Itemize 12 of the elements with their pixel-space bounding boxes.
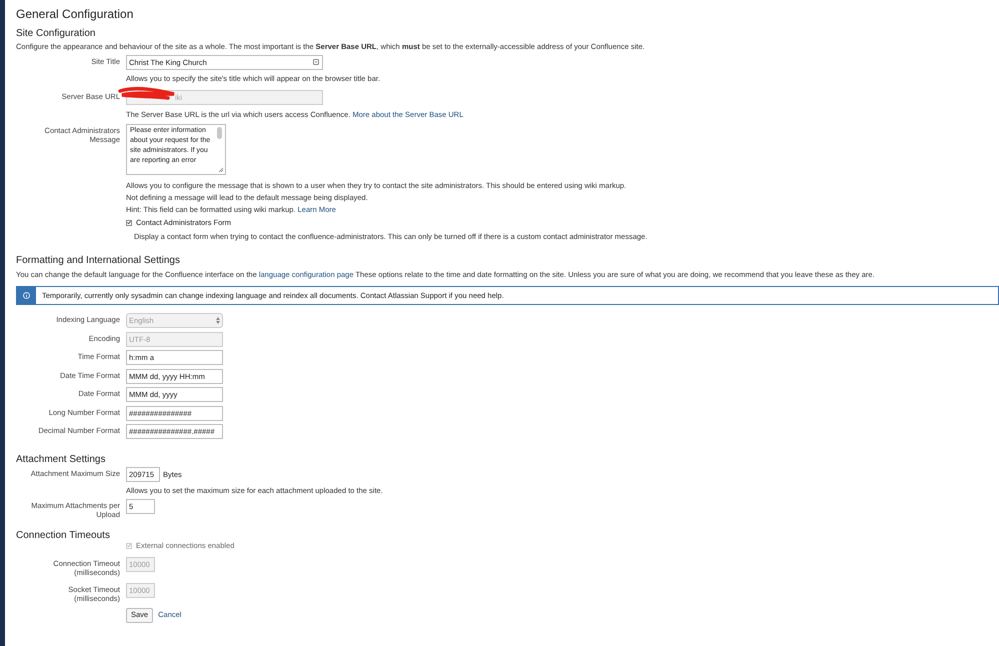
section-heading: Formatting and International Settings bbox=[16, 254, 181, 268]
updown-icon bbox=[216, 317, 220, 324]
checkbox[interactable] bbox=[126, 220, 132, 226]
section-heading: Site Configuration bbox=[16, 27, 96, 40]
redaction-mark bbox=[118, 86, 176, 100]
card-icon bbox=[313, 59, 319, 65]
section-heading: Attachment Settings bbox=[16, 453, 106, 466]
scrollbar-thumb[interactable] bbox=[217, 127, 222, 139]
resize-icon bbox=[218, 167, 224, 173]
info-icon bbox=[23, 292, 30, 300]
page-title: General Configuration bbox=[16, 6, 134, 22]
section-heading: Connection Timeouts bbox=[16, 529, 111, 542]
